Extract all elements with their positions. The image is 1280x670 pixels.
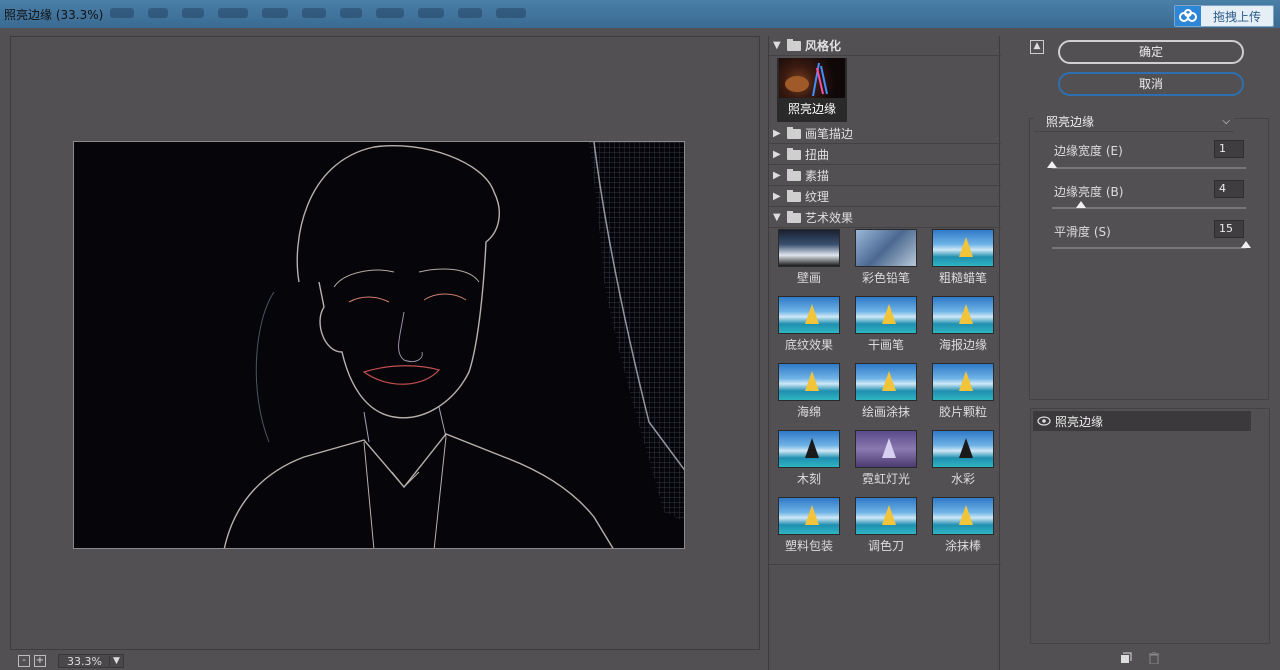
filter-thumb-selected[interactable]: 照亮边缘 [777,58,847,122]
preview-canvas[interactable] [73,141,685,549]
filter-gallery: ▼ 风格化 照亮边缘 ▶ 画笔描边 ▶ 扭曲 ▶ 素描 ▶ 纹理 ▼ 艺术效果 … [768,36,1001,670]
layer-tools [1120,651,1160,665]
category-brush-strokes[interactable]: ▶ 画笔描边 [769,124,1001,144]
collapse-triangle-icon: ▶ [773,128,781,139]
title-blur [110,8,526,18]
zoom-select[interactable]: 33.3% ▼ [58,654,124,668]
cancel-button[interactable]: 取消 [1058,72,1244,96]
expand-triangle-icon: ▼ [773,40,781,51]
filter-thumb-label: 照亮边缘 [787,102,836,116]
filter-thumb[interactable]: 底纹效果 [777,296,841,354]
filter-thumb[interactable]: 塑料包装 [777,497,841,555]
filter-settings-box [1029,118,1269,400]
folder-icon [787,147,801,160]
zoom-out-button[interactable]: - [18,655,30,667]
window-title: 照亮边缘 (33.3%) [4,8,104,22]
edge-brightness-slider[interactable] [1052,201,1246,209]
smoothness-slider[interactable] [1052,241,1251,249]
title-bar: 照亮边缘 (33.3%) 拖拽上传 [0,0,1280,28]
edge-width-slider[interactable] [1047,161,1246,169]
category-label: 素描 [805,169,830,183]
eye-icon[interactable] [1033,411,1055,431]
new-layer-icon[interactable] [1120,652,1132,664]
settings-panel: ▲ 确定 取消 照亮边缘 ⌵ 边缘宽度 (E) 1 边缘亮度 (B) 4 平滑度… [1020,36,1280,670]
filter-thumb[interactable]: 干画笔 [854,296,918,354]
category-label: 艺术效果 [805,211,854,225]
chevron-down-icon: ▼ [109,656,123,666]
expand-triangle-icon: ▼ [773,212,781,223]
param-label-smoothness: 平滑度 (S) [1054,225,1111,239]
trash-icon[interactable] [1148,651,1160,665]
effect-layer-row[interactable]: 照亮边缘 [1033,411,1251,431]
filter-thumb[interactable]: 调色刀 [854,497,918,555]
category-label: 扭曲 [805,148,830,162]
edge-width-input[interactable]: 1 [1214,140,1244,158]
collapse-triangle-icon: ▶ [773,191,781,202]
folder-icon [787,189,801,202]
filter-thumb[interactable]: 绘画涂抹 [854,363,918,421]
zoom-value: 33.3% [67,654,102,668]
category-label: 画笔描边 [805,127,854,141]
folder-icon [787,38,801,51]
preview-area [10,36,760,650]
slider-knob[interactable] [1241,241,1251,248]
category-texture[interactable]: ▶ 纹理 [769,187,1001,207]
upload-button[interactable]: 拖拽上传 [1174,5,1274,27]
chevron-down-icon: ⌵ [1222,116,1230,127]
effect-layers-panel: 照亮边缘 [1030,408,1270,644]
filter-thumb[interactable]: 涂抹棒 [931,497,995,555]
filter-thumb[interactable]: 彩色铅笔 [854,229,918,287]
folder-icon [787,126,801,139]
filter-thumb[interactable]: 海报边缘 [931,296,995,354]
collapse-triangle-icon: ▶ [773,149,781,160]
category-stylize[interactable]: ▼ 风格化 [769,36,1001,56]
filter-thumb[interactable]: 水彩 [931,430,995,488]
effect-layer-name: 照亮边缘 [1055,414,1104,429]
param-label-edge-width: 边缘宽度 (E) [1054,144,1123,158]
collapse-triangle-icon: ▶ [773,170,781,181]
filter-select-value: 照亮边缘 [1046,115,1095,129]
param-label-edge-brightness: 边缘亮度 (B) [1054,185,1124,199]
gallery-divider [769,564,1001,565]
filter-thumb[interactable]: 木刻 [777,430,841,488]
category-distort[interactable]: ▶ 扭曲 [769,145,1001,165]
category-artistic[interactable]: ▼ 艺术效果 [769,208,1001,228]
category-label: 风格化 [805,39,842,53]
cloud-icon [1175,6,1201,26]
ok-button[interactable]: 确定 [1058,40,1244,64]
filter-thumb[interactable]: 粗糙蜡笔 [931,229,995,287]
filter-thumb[interactable]: 霓虹灯光 [854,430,918,488]
category-sketch[interactable]: ▶ 素描 [769,166,1001,186]
preview-statusbar: - + 33.3% ▼ [10,652,760,670]
zoom-in-button[interactable]: + [34,655,46,667]
filter-thumb[interactable]: 海绵 [777,363,841,421]
filter-select[interactable]: 照亮边缘 ⌵ [1034,112,1234,132]
glowing-edges-image [74,142,684,548]
slider-knob[interactable] [1047,161,1057,168]
folder-icon [787,168,801,181]
edge-brightness-input[interactable]: 4 [1214,180,1244,198]
smoothness-input[interactable]: 15 [1214,220,1244,238]
folder-icon [787,210,801,223]
slider-knob[interactable] [1076,201,1087,208]
collapse-gallery-button[interactable]: ▲ [1030,40,1044,54]
filter-thumb[interactable]: 壁画 [777,229,841,287]
filter-thumb-image [779,58,845,98]
upload-label: 拖拽上传 [1212,9,1261,24]
filter-thumb[interactable]: 胶片颗粒 [931,363,995,421]
category-label: 纹理 [805,190,830,204]
